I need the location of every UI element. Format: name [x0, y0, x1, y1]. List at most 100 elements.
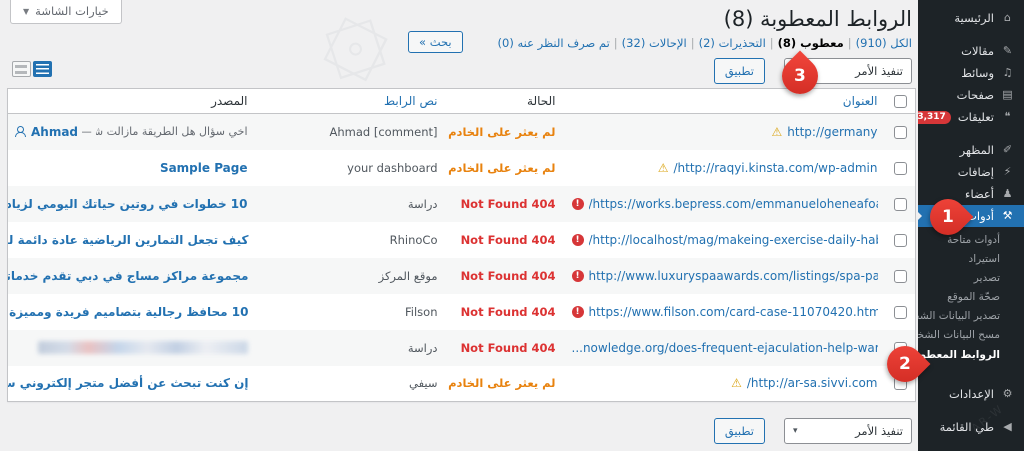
submenu-item[interactable]: الروابط المعطوبة8	[918, 345, 1024, 366]
filter-link[interactable]: الكل (910)	[856, 36, 912, 50]
link-text: موقع المركز	[256, 258, 446, 294]
filter-link[interactable]: الإحالات (32)	[622, 36, 687, 50]
sidebar-item-label: مقالات	[961, 43, 994, 59]
row-checkbox[interactable]	[894, 198, 907, 211]
submenu-item[interactable]: استيراد	[918, 250, 1024, 269]
source-cell: Sample Page	[8, 150, 256, 186]
sidebar-item-dashboard[interactable]: ⌂الرئيسية	[918, 7, 1024, 29]
sidebar-item-label: صفحات	[957, 87, 994, 103]
row-checkbox[interactable]	[894, 162, 907, 175]
broken-url-link[interactable]: http://germany	[787, 125, 877, 139]
filter-link[interactable]: معطوب (8)	[778, 36, 844, 50]
sidebar-item-comments[interactable]: ❝تعليقات3,317	[918, 106, 1024, 128]
link-text: دراسة	[256, 186, 446, 222]
row-checkbox[interactable]	[894, 126, 907, 139]
bulk-action-select[interactable]: تنفيذ الأمر ▾	[784, 418, 912, 444]
column-header-link-text[interactable]: نص الرابط	[256, 89, 446, 114]
tools-icon: ⚒	[1001, 208, 1014, 224]
filter-link[interactable]: التحذيرات (2)	[699, 36, 766, 50]
sidebar-item-appearance[interactable]: ✐المظهر	[918, 139, 1024, 161]
filter-link[interactable]: تم صرف النظر عنه (0)	[498, 36, 610, 50]
sidebar-item-label: إضافات	[958, 164, 994, 180]
posts-icon: ✎	[1001, 43, 1014, 59]
row-checkbox[interactable]	[894, 306, 907, 319]
screen-options-label: خيارات الشاشة	[35, 4, 109, 18]
link-text: دراسة	[256, 330, 446, 366]
broken-url-link[interactable]: https://www.filson.com/card-case-1107042…	[589, 305, 878, 319]
source-post-link[interactable]: 10 محافظ رجالية بتصاميم فريدة ومميزة ستن…	[8, 305, 249, 319]
warning-icon: ⚠	[658, 162, 669, 174]
media-icon: ♫	[1001, 65, 1014, 81]
excerpt-view-icon[interactable]	[12, 61, 31, 77]
row-checkbox[interactable]	[894, 234, 907, 247]
link-status: لم يعثر على الخادم	[446, 114, 564, 150]
table-header-row: العنوان الحالة نص الرابط المصدر	[8, 89, 916, 114]
table-row: ...nowledge.org/does-frequent-ejaculatio…	[8, 330, 916, 366]
submenu-item[interactable]: تصدير	[918, 269, 1024, 288]
broken-url-link[interactable]: http://www.luxuryspaawards.com/listings/…	[589, 269, 878, 283]
link-status: لم يعثر على الخادم	[446, 366, 564, 402]
submenu-item-label: تصدير البيانات الشخصية	[918, 310, 1000, 323]
filter-separator: |	[614, 36, 618, 50]
source-post-link[interactable]: Sample Page	[160, 161, 248, 175]
submenu-item[interactable]: تصدير البيانات الشخصية	[918, 307, 1024, 326]
link-status: لم يعثر على الخادم	[446, 150, 564, 186]
search-button[interactable]: بحث »	[408, 31, 463, 53]
sidebar-item-media[interactable]: ♫ وسائط	[918, 62, 1024, 84]
apply-button[interactable]: تطبيق	[714, 58, 765, 84]
broken-url-link[interactable]: /http://ar-sa.sivvi.com	[747, 376, 878, 390]
comment-author-link[interactable]: Ahmad	[31, 125, 78, 139]
collapse-icon: ◀	[1001, 419, 1014, 435]
comments-icon: ❝	[1001, 109, 1014, 125]
link-status: Not Found 404	[446, 258, 564, 294]
submenu-item[interactable]: صحّة الموقع	[918, 288, 1024, 307]
sidebar-item-settings[interactable]: ⚙الإعدادات	[918, 383, 1024, 405]
broken-url-link[interactable]: /https://works.bepress.com/emmanuelohene…	[589, 197, 878, 211]
link-status: Not Found 404	[446, 186, 564, 222]
list-view-icon[interactable]	[33, 61, 52, 77]
source-post-link[interactable]: كيف تجعل التمارين الرياضية عادة دائمة لد…	[8, 233, 249, 247]
broken-url-link[interactable]: /http://raqyi.kinsta.com/wp-admin	[673, 161, 877, 175]
sidebar-item-users[interactable]: ♟أعضاء	[918, 183, 1024, 205]
submenu-item-label: مسح البيانات الشخصية	[918, 329, 1000, 342]
apply-button[interactable]: تطبيق	[714, 418, 765, 444]
link-text: your dashboard	[256, 150, 446, 186]
source-post-link[interactable]: 10 خطوات في روتين حياتك اليومي لزيادة ال…	[8, 197, 248, 211]
link-status: Not Found 404	[446, 294, 564, 330]
sidebar-item-label: تعليقات	[958, 109, 994, 125]
bulk-action-selected-value: تنفيذ الأمر	[855, 64, 903, 78]
column-header-status: الحالة	[446, 89, 564, 114]
sidebar-item-label: وسائط	[961, 65, 994, 81]
column-header-source: المصدر	[8, 89, 256, 114]
source-cell: مجموعة مراكز مساج في دبي تقدم خدماتها ض.…	[8, 258, 256, 294]
row-checkbox[interactable]	[894, 270, 907, 283]
sidebar-item-collapse[interactable]: ◀طي القائمة	[918, 416, 1024, 438]
source-post-link[interactable]: مجموعة مراكز مساج في دبي تقدم خدماتها ض.…	[8, 269, 249, 283]
status-filters: الكل (910)|معطوب (8)|التحذيرات (2)|الإحا…	[498, 36, 912, 50]
source-post-link[interactable]: إن كنت تبحث عن أفضل متجر إلكتروني سعود..…	[8, 376, 249, 390]
source-cell: 10 خطوات في روتين حياتك اليومي لزيادة ال…	[8, 186, 256, 222]
broken-url-link[interactable]: /http://localhost/mag/makeing-exercise-d…	[589, 233, 878, 247]
page-title: الروابط المعطوبة (8)	[724, 7, 912, 31]
chevron-down-icon: ▼	[23, 7, 29, 16]
source-cell: كيف تجعل التمارين الرياضية عادة دائمة لد…	[8, 222, 256, 258]
broken-url-link[interactable]: ...nowledge.org/does-frequent-ejaculatio…	[572, 341, 878, 355]
select-all-checkbox[interactable]	[894, 95, 907, 108]
users-icon: ♟	[1001, 186, 1014, 202]
sidebar-item-pages[interactable]: ▤صفحات	[918, 84, 1024, 106]
submenu-item-label: صحّة الموقع	[947, 291, 1000, 304]
submenu-item[interactable]: أدوات متاحة	[918, 231, 1024, 250]
table-row: !http://www.luxuryspaawards.com/listings…	[8, 258, 916, 294]
column-header-title[interactable]: العنوان	[564, 89, 886, 114]
filter-separator: |	[848, 36, 852, 50]
sidebar-item-plugins[interactable]: ⚡إضافات	[918, 161, 1024, 183]
chevron-down-icon: ▾	[793, 426, 798, 436]
table-row: !/https://works.bepress.com/emmanuelohen…	[8, 186, 916, 222]
sidebar-item-label: الرئيسية	[954, 10, 994, 26]
submenu-item-label: أدوات متاحة	[947, 234, 1000, 247]
link-status: Not Found 404	[446, 330, 564, 366]
screen-options-button[interactable]: خيارات الشاشة ▼	[10, 0, 122, 24]
sidebar-item-posts[interactable]: ✎ مقالات	[918, 40, 1024, 62]
appearance-icon: ✐	[1001, 142, 1014, 158]
submenu-item[interactable]: مسح البيانات الشخصية	[918, 326, 1024, 345]
